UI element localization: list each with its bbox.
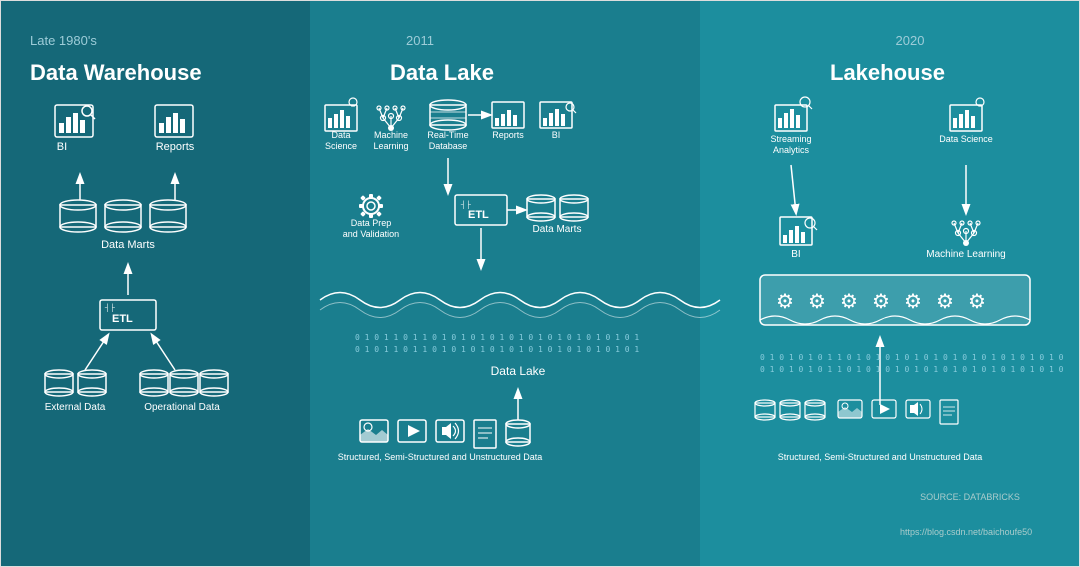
svg-text:2020: 2020 bbox=[896, 33, 925, 48]
svg-text:Data Lake: Data Lake bbox=[491, 364, 546, 378]
svg-text:Structured, Semi-Structured an: Structured, Semi-Structured and Unstruct… bbox=[778, 452, 983, 462]
svg-text:ETL: ETL bbox=[112, 313, 133, 325]
main-diagram: Late 1980's Data Warehouse BI Reports bbox=[0, 0, 1080, 567]
svg-text:External Data: External Data bbox=[45, 402, 106, 413]
svg-text:Data Marts: Data Marts bbox=[101, 239, 155, 251]
svg-text:Data Lake: Data Lake bbox=[390, 60, 494, 85]
svg-text:⚙: ⚙ bbox=[840, 291, 858, 313]
svg-text:Data Science: Data Science bbox=[939, 134, 993, 144]
svg-text:Reports: Reports bbox=[156, 141, 195, 153]
svg-text:ETL: ETL bbox=[468, 209, 489, 221]
svg-text:0 1 0 1 1 0 1 1 0 1 0 1 0 1 0: 0 1 0 1 1 0 1 1 0 1 0 1 0 1 0 1 0 1 0 1 … bbox=[355, 333, 639, 342]
svg-text:⚙: ⚙ bbox=[936, 291, 954, 313]
svg-text:and Validation: and Validation bbox=[343, 229, 399, 239]
svg-text:0 1 0 1 0 1 0 1 1 0 1 0 1 0 1: 0 1 0 1 0 1 0 1 1 0 1 0 1 0 1 0 1 0 1 0 … bbox=[760, 365, 1064, 374]
svg-text:Lakehouse: Lakehouse bbox=[830, 60, 945, 85]
svg-text:Streaming: Streaming bbox=[770, 134, 811, 144]
svg-text:Real-Time: Real-Time bbox=[427, 130, 468, 140]
svg-text:Science: Science bbox=[325, 141, 357, 151]
svg-text:https://blog.csdn.net/baichouf: https://blog.csdn.net/baichoufe50 bbox=[900, 527, 1032, 537]
svg-text:Structured, Semi-Structured an: Structured, Semi-Structured and Unstruct… bbox=[338, 452, 543, 462]
svg-text:BI: BI bbox=[57, 141, 67, 153]
svg-text:0 1 0 1 1 0 1 1 0 1 0 1 0 1 0: 0 1 0 1 1 0 1 1 0 1 0 1 0 1 0 1 0 1 0 1 … bbox=[355, 345, 639, 354]
svg-text:⚙: ⚙ bbox=[872, 291, 890, 313]
svg-text:Data Marts: Data Marts bbox=[533, 224, 582, 235]
svg-text:SOURCE: DATABRICKS: SOURCE: DATABRICKS bbox=[920, 492, 1020, 502]
svg-text:⚙: ⚙ bbox=[904, 291, 922, 313]
svg-text:Database: Database bbox=[429, 141, 468, 151]
svg-text:2011: 2011 bbox=[406, 33, 434, 48]
svg-text:0 1 0 1 0 1 0 1 1 0 1 0 1 0 1: 0 1 0 1 0 1 0 1 1 0 1 0 1 0 1 0 1 0 1 0 … bbox=[760, 353, 1064, 362]
svg-text:Reports: Reports bbox=[492, 130, 524, 140]
svg-text:Late 1980's: Late 1980's bbox=[30, 33, 97, 48]
svg-text:Machine Learning: Machine Learning bbox=[926, 249, 1006, 260]
svg-text:Data Prep: Data Prep bbox=[351, 218, 392, 228]
svg-text:⚙: ⚙ bbox=[808, 291, 826, 313]
svg-text:Analytics: Analytics bbox=[773, 145, 810, 155]
svg-text:Learning: Learning bbox=[373, 141, 408, 151]
svg-text:BI: BI bbox=[791, 249, 800, 260]
svg-text:┤├: ┤├ bbox=[104, 303, 115, 313]
svg-text:Data: Data bbox=[331, 130, 350, 140]
svg-text:Data Warehouse: Data Warehouse bbox=[30, 60, 202, 85]
svg-text:Machine: Machine bbox=[374, 130, 408, 140]
svg-text:⚙: ⚙ bbox=[968, 291, 986, 313]
svg-text:Operational Data: Operational Data bbox=[144, 402, 220, 413]
svg-text:BI: BI bbox=[552, 130, 561, 140]
svg-text:⚙: ⚙ bbox=[776, 291, 794, 313]
